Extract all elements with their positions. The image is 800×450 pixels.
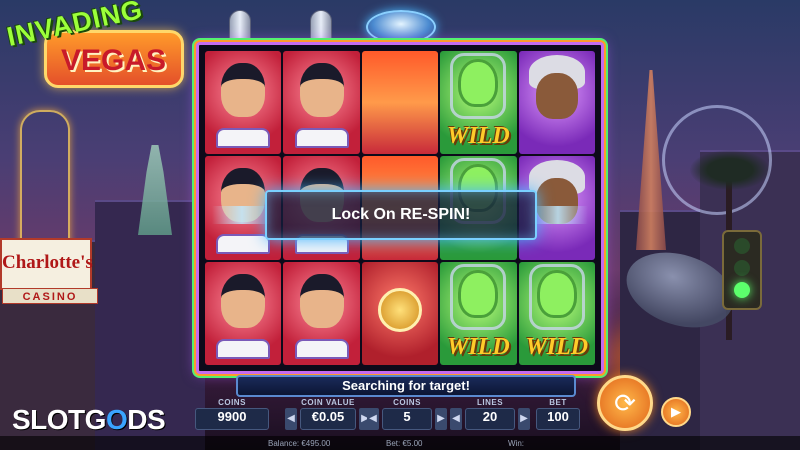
coins-balance: COINS 9900	[195, 398, 269, 430]
bet-coins-display: 5	[382, 408, 432, 430]
reel-symbol-elvis	[205, 51, 282, 155]
traffic-light-decoration	[722, 230, 762, 310]
bet-coins-increase-button[interactable]: ▶	[435, 407, 447, 430]
ufo-icon	[366, 10, 436, 44]
status-message: Searching for target!	[236, 375, 576, 397]
coin-value-control: COIN VALUE ◀ €0.05 ▶	[285, 398, 371, 430]
spin-icon: ⟳	[614, 387, 636, 418]
bet-display: BET 100	[536, 398, 580, 430]
lightning-left	[212, 206, 272, 224]
footer-bet: Bet: €5.00	[386, 439, 423, 448]
spin-button[interactable]: ⟳	[597, 375, 653, 431]
bet-coins-label: COINS	[393, 398, 421, 407]
autoplay-button[interactable]: ▶	[661, 397, 691, 427]
lines-increase-button[interactable]: ▶	[518, 407, 530, 430]
coin-value-decrease-button[interactable]: ◀	[285, 407, 297, 430]
casino-sign: CASINO	[2, 288, 98, 304]
wild-label: WILD	[525, 334, 589, 360]
coins-label: COINS	[218, 398, 246, 407]
reel-symbol-alien-wild: WILD	[518, 261, 595, 365]
slotgods-watermark: SLOTGODS	[12, 404, 166, 435]
reel-symbol-elvis	[205, 261, 282, 365]
footer-bar: Balance: €495.00 Bet: €5.00 Win:	[0, 436, 800, 450]
coin-value-label: COIN VALUE	[301, 398, 355, 407]
lines-display: 20	[465, 408, 515, 430]
reel-symbol-beam	[361, 51, 439, 155]
charlottes-casino-sign: Charlotte's	[0, 238, 93, 290]
lines-control: LINES ◀ 20 ▶	[450, 398, 530, 430]
footer-win: Win:	[508, 439, 524, 448]
bet-label: BET	[549, 398, 567, 407]
bet-coins-control: COINS ◀ 5 ▶	[367, 398, 447, 430]
play-icon: ▶	[671, 404, 681, 419]
bet-coins-decrease-button[interactable]: ◀	[367, 407, 379, 430]
reel-symbol-coin	[361, 261, 439, 365]
lock-on-respin-banner: Lock On RE-SPIN!	[265, 190, 537, 240]
lines-decrease-button[interactable]: ◀	[450, 407, 462, 430]
dome-icon	[229, 10, 251, 44]
lines-label: LINES	[476, 398, 504, 407]
wild-label: WILD	[447, 123, 510, 150]
lightning-right	[528, 206, 588, 224]
coin-value-display: €0.05	[300, 408, 356, 430]
neon-cowboy-decoration	[20, 110, 70, 250]
statue-of-liberty-decoration	[138, 145, 172, 235]
footer-balance: Balance: €495.00	[268, 439, 331, 448]
bet-value: 100	[536, 408, 580, 430]
reel-symbol-alien-wild: WILD	[440, 51, 517, 155]
coins-value: 9900	[195, 408, 269, 430]
reel-symbol-elvis	[283, 51, 360, 155]
dome-icon	[310, 10, 332, 44]
reel-symbol-alien-wild: WILD	[440, 261, 517, 365]
wild-label: WILD	[447, 334, 510, 360]
reel-symbol-elvis	[283, 261, 360, 365]
reel-symbol-lady	[518, 51, 595, 155]
